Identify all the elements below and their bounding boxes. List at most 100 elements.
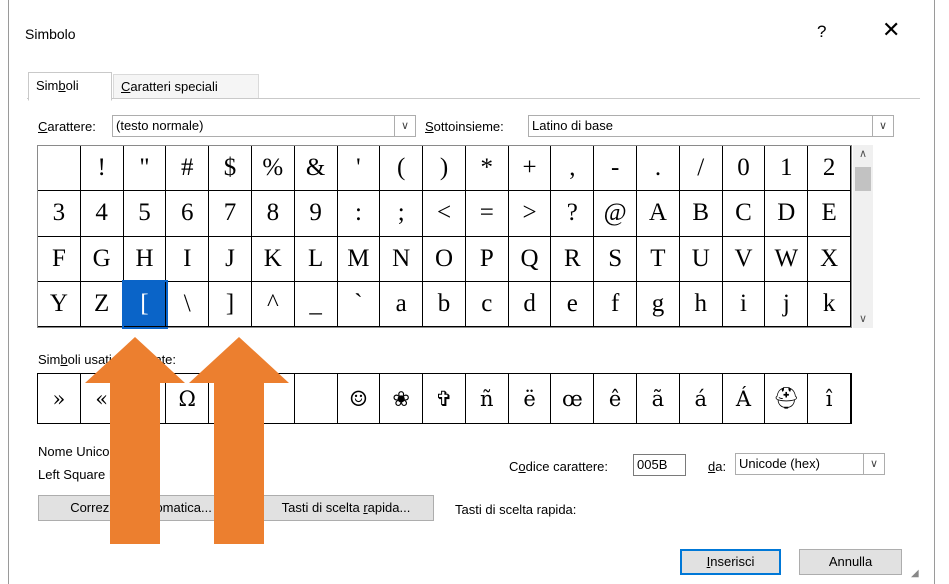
symbol-cell[interactable]: @ [594, 191, 638, 237]
help-button[interactable]: ? [817, 22, 826, 42]
symbol-cell[interactable]: ^ [251, 281, 295, 327]
symbol-cell[interactable]: & [294, 146, 338, 192]
symbol-cell[interactable]: ] [209, 281, 252, 327]
symbol-cell[interactable]: 7 [209, 191, 252, 237]
symbol-cell[interactable]: > [508, 191, 552, 237]
chevron-down-icon[interactable]: ∨ [394, 116, 415, 136]
symbol-cell[interactable]: S [594, 236, 638, 282]
symbol-cell[interactable]: " [123, 146, 167, 192]
symbol-cell[interactable] [38, 146, 81, 192]
symbol-cell[interactable]: G [80, 236, 124, 282]
symbol-cell[interactable]: + [508, 146, 552, 192]
symbol-cell[interactable]: Z [80, 281, 124, 327]
insert-button[interactable]: Inserisci [680, 549, 781, 575]
from-select[interactable]: Unicode (hex) ∨ [735, 453, 885, 475]
symbol-cell[interactable]: $ [209, 146, 252, 192]
symbol-cell[interactable]: B [679, 191, 723, 237]
symbol-cell[interactable]: O [423, 236, 466, 282]
resize-grip-icon[interactable]: ◢ [911, 568, 925, 582]
symbol-cell[interactable]: i [722, 281, 766, 327]
symbol-cell[interactable]: < [423, 191, 466, 237]
symbol-cell[interactable]: ; [380, 191, 424, 237]
symbol-cell[interactable]: . [637, 146, 680, 192]
symbol-grid-scrollbar[interactable]: ∧ ∨ [853, 145, 873, 328]
recent-symbol-cell[interactable]: œ [551, 374, 595, 423]
symbol-cell[interactable]: f [594, 281, 638, 327]
symbol-cell[interactable]: E [808, 191, 851, 237]
symbol-cell[interactable]: ? [551, 191, 595, 237]
recent-symbol-cell[interactable]: á [680, 374, 723, 423]
recent-symbol-cell[interactable]: » [38, 374, 81, 423]
symbol-cell[interactable]: F [38, 236, 81, 282]
symbol-cell[interactable]: 2 [808, 146, 851, 192]
symbol-cell[interactable]: a [380, 281, 424, 327]
symbol-cell-selected[interactable]: [ [121, 279, 169, 330]
subset-select[interactable]: Latino di base ∨ [528, 115, 894, 137]
chevron-down-icon[interactable]: ∨ [872, 116, 893, 136]
symbol-cell[interactable]: K [251, 236, 295, 282]
recent-symbol-cell[interactable]: Á [723, 374, 766, 423]
symbol-cell[interactable]: ! [80, 146, 124, 192]
symbol-cell[interactable]: V [722, 236, 766, 282]
symbol-cell[interactable]: Q [508, 236, 552, 282]
symbol-cell[interactable]: I [166, 236, 210, 282]
recent-symbol-cell[interactable]: ❀ [380, 374, 424, 423]
symbol-cell[interactable]: - [594, 146, 638, 192]
character-code-input[interactable]: 005B [633, 454, 686, 476]
tab-simboli[interactable]: Simboli [28, 72, 112, 101]
symbol-cell[interactable]: 4 [80, 191, 124, 237]
symbol-cell[interactable]: ( [380, 146, 424, 192]
symbol-cell[interactable]: Y [38, 281, 81, 327]
symbol-cell[interactable]: _ [294, 281, 338, 327]
symbol-cell[interactable]: U [679, 236, 723, 282]
symbol-cell[interactable]: j [765, 281, 809, 327]
recent-symbol-cell[interactable]: ☺ [338, 374, 381, 423]
symbol-cell[interactable]: T [637, 236, 680, 282]
symbol-cell[interactable]: ' [337, 146, 381, 192]
symbol-cell[interactable]: ) [423, 146, 466, 192]
symbol-cell[interactable]: P [465, 236, 509, 282]
symbol-cell[interactable]: 9 [294, 191, 338, 237]
symbol-cell[interactable]: 6 [166, 191, 210, 237]
symbol-cell[interactable]: e [551, 281, 595, 327]
recent-symbol-cell[interactable]: ñ [466, 374, 509, 423]
tab-caratteri-speciali[interactable]: Caratteri speciali [113, 74, 259, 98]
symbol-cell[interactable]: R [551, 236, 595, 282]
symbol-cell[interactable]: / [679, 146, 723, 192]
symbol-cell[interactable]: = [465, 191, 509, 237]
scroll-up-icon[interactable]: ∧ [853, 145, 873, 163]
symbol-cell[interactable]: D [765, 191, 809, 237]
symbol-cell[interactable]: J [209, 236, 252, 282]
recent-symbol-cell[interactable]: ë [509, 374, 552, 423]
font-select[interactable]: (testo normale) ∨ [112, 115, 416, 137]
symbol-cell[interactable]: \ [166, 281, 210, 327]
symbol-cell[interactable]: ` [337, 281, 381, 327]
symbol-cell[interactable]: 0 [722, 146, 766, 192]
symbol-cell[interactable]: : [337, 191, 381, 237]
symbol-cell[interactable]: # [166, 146, 210, 192]
symbol-cell[interactable]: H [123, 236, 167, 282]
symbol-cell[interactable]: 3 [38, 191, 81, 237]
symbol-cell[interactable]: d [508, 281, 552, 327]
recent-symbol-cell[interactable]: î [808, 374, 851, 423]
scroll-down-icon[interactable]: ∨ [853, 310, 873, 328]
symbol-cell[interactable]: b [423, 281, 466, 327]
symbol-cell[interactable]: k [808, 281, 851, 327]
cancel-button[interactable]: Annulla [799, 549, 902, 575]
symbol-cell[interactable]: X [808, 236, 851, 282]
symbol-cell[interactable]: A [637, 191, 680, 237]
recent-symbol-cell[interactable]: ✞ [423, 374, 466, 423]
symbol-cell[interactable]: * [465, 146, 509, 192]
recent-symbol-cell[interactable]: ã [637, 374, 680, 423]
symbol-cell[interactable]: M [337, 236, 381, 282]
recent-symbol-cell[interactable]: ê [594, 374, 638, 423]
symbol-cell[interactable]: 5 [123, 191, 167, 237]
symbol-cell[interactable]: N [380, 236, 424, 282]
symbol-cell[interactable]: , [551, 146, 595, 192]
symbol-cell[interactable]: 1 [765, 146, 809, 192]
recent-symbol-cell[interactable]: ⛑ [765, 374, 809, 423]
symbol-cell[interactable]: W [765, 236, 809, 282]
symbol-cell[interactable]: 8 [251, 191, 295, 237]
symbol-cell[interactable]: L [294, 236, 338, 282]
symbol-cell[interactable]: C [722, 191, 766, 237]
